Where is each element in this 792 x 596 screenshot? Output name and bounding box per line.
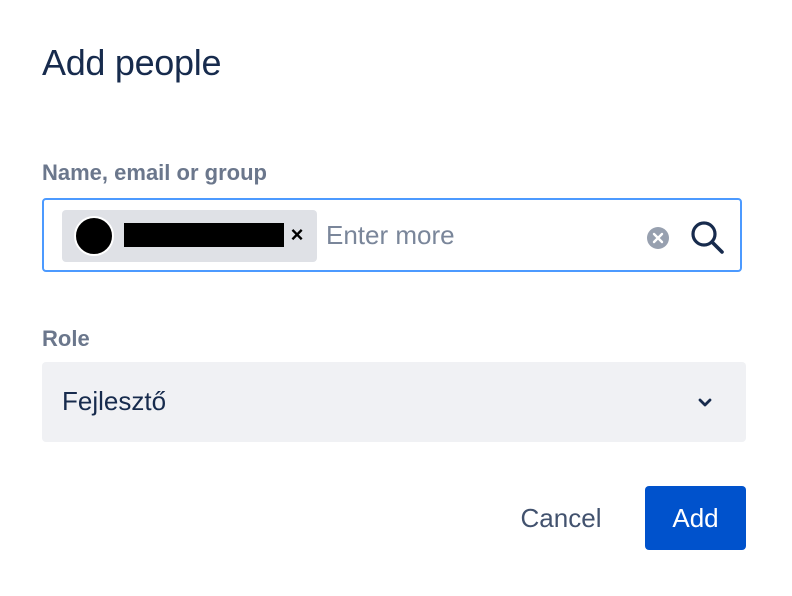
add-people-dialog: Add people Name, email or group × Role F… xyxy=(0,0,792,596)
clear-circle-icon[interactable] xyxy=(646,226,670,250)
people-picker[interactable]: × xyxy=(42,198,742,272)
avatar xyxy=(74,216,114,256)
selected-user-chip: × xyxy=(62,210,317,262)
role-field-label: Role xyxy=(42,326,90,351)
chevron-down-icon xyxy=(698,398,712,407)
role-selected-value: Fejlesztő xyxy=(62,386,167,416)
search-icon[interactable] xyxy=(688,218,726,256)
dialog-title: Add people xyxy=(42,42,222,83)
remove-user-button[interactable]: × xyxy=(286,222,308,248)
cancel-button[interactable]: Cancel xyxy=(496,486,626,550)
people-field-label: Name, email or group xyxy=(42,160,267,185)
redacted-user-name xyxy=(124,223,284,247)
people-search-input[interactable] xyxy=(326,214,626,256)
add-button[interactable]: Add xyxy=(645,486,746,550)
role-select[interactable]: Fejlesztő xyxy=(42,362,746,442)
